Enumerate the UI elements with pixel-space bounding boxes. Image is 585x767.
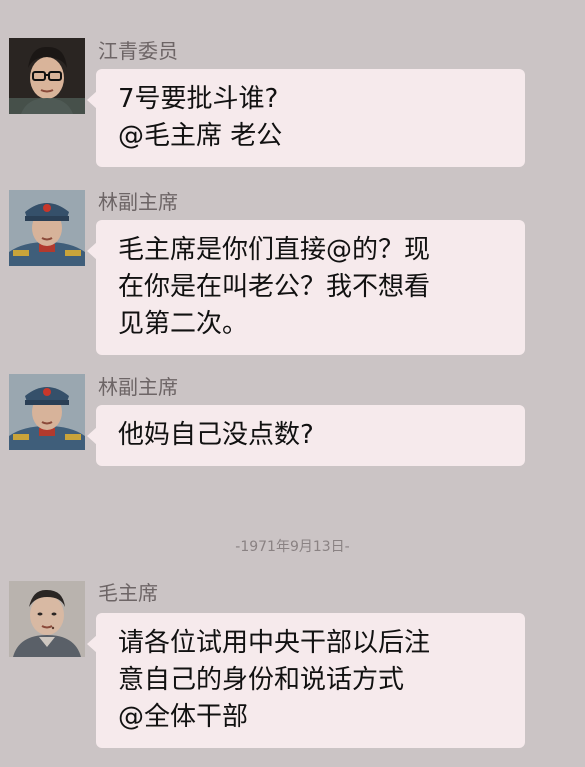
avatar-military-officer-icon[interactable] — [9, 190, 85, 266]
avatar-military-officer-icon[interactable] — [9, 374, 85, 450]
sender-name: 毛主席 — [98, 581, 158, 605]
message-line: 请各位试用中央干部以后注 — [118, 628, 431, 658]
message-line: 意自己的身份和说话方式 — [118, 665, 405, 695]
avatar-woman-with-glasses-icon[interactable] — [9, 38, 85, 114]
message-bubble[interactable]: 他妈自己没点数? — [87, 405, 525, 466]
chat-screen: { "messages": [ { "sender": "江青委员", "ava… — [0, 0, 585, 767]
message-line: @毛主席 老公 — [118, 121, 283, 151]
message-bubble[interactable]: 请各位试用中央干部以后注 意自己的身份和说话方式 @全体干部 — [87, 613, 525, 748]
message-line: 他妈自己没点数? — [118, 420, 314, 450]
sender-name: 林副主席 — [98, 375, 178, 399]
message-line: 见第二次。 — [118, 309, 249, 339]
avatar-chairman-icon[interactable] — [9, 581, 85, 657]
message-line: 在你是在叫老公？我不想看 — [118, 272, 431, 302]
sender-name: 江青委员 — [98, 39, 178, 63]
message-line: 7号要批斗谁? — [118, 84, 279, 114]
message-bubble[interactable]: 毛主席是你们直接@的？现 在你是在叫老公？我不想看 见第二次。 — [87, 220, 525, 355]
sender-name: 林副主席 — [98, 190, 178, 214]
timestamp-divider: -1971年9月13日- — [235, 539, 350, 555]
message-line: 毛主席是你们直接@的？现 — [118, 235, 431, 265]
message-line: @全体干部 — [118, 702, 249, 732]
message-bubble[interactable]: 7号要批斗谁? @毛主席 老公 — [87, 69, 525, 167]
